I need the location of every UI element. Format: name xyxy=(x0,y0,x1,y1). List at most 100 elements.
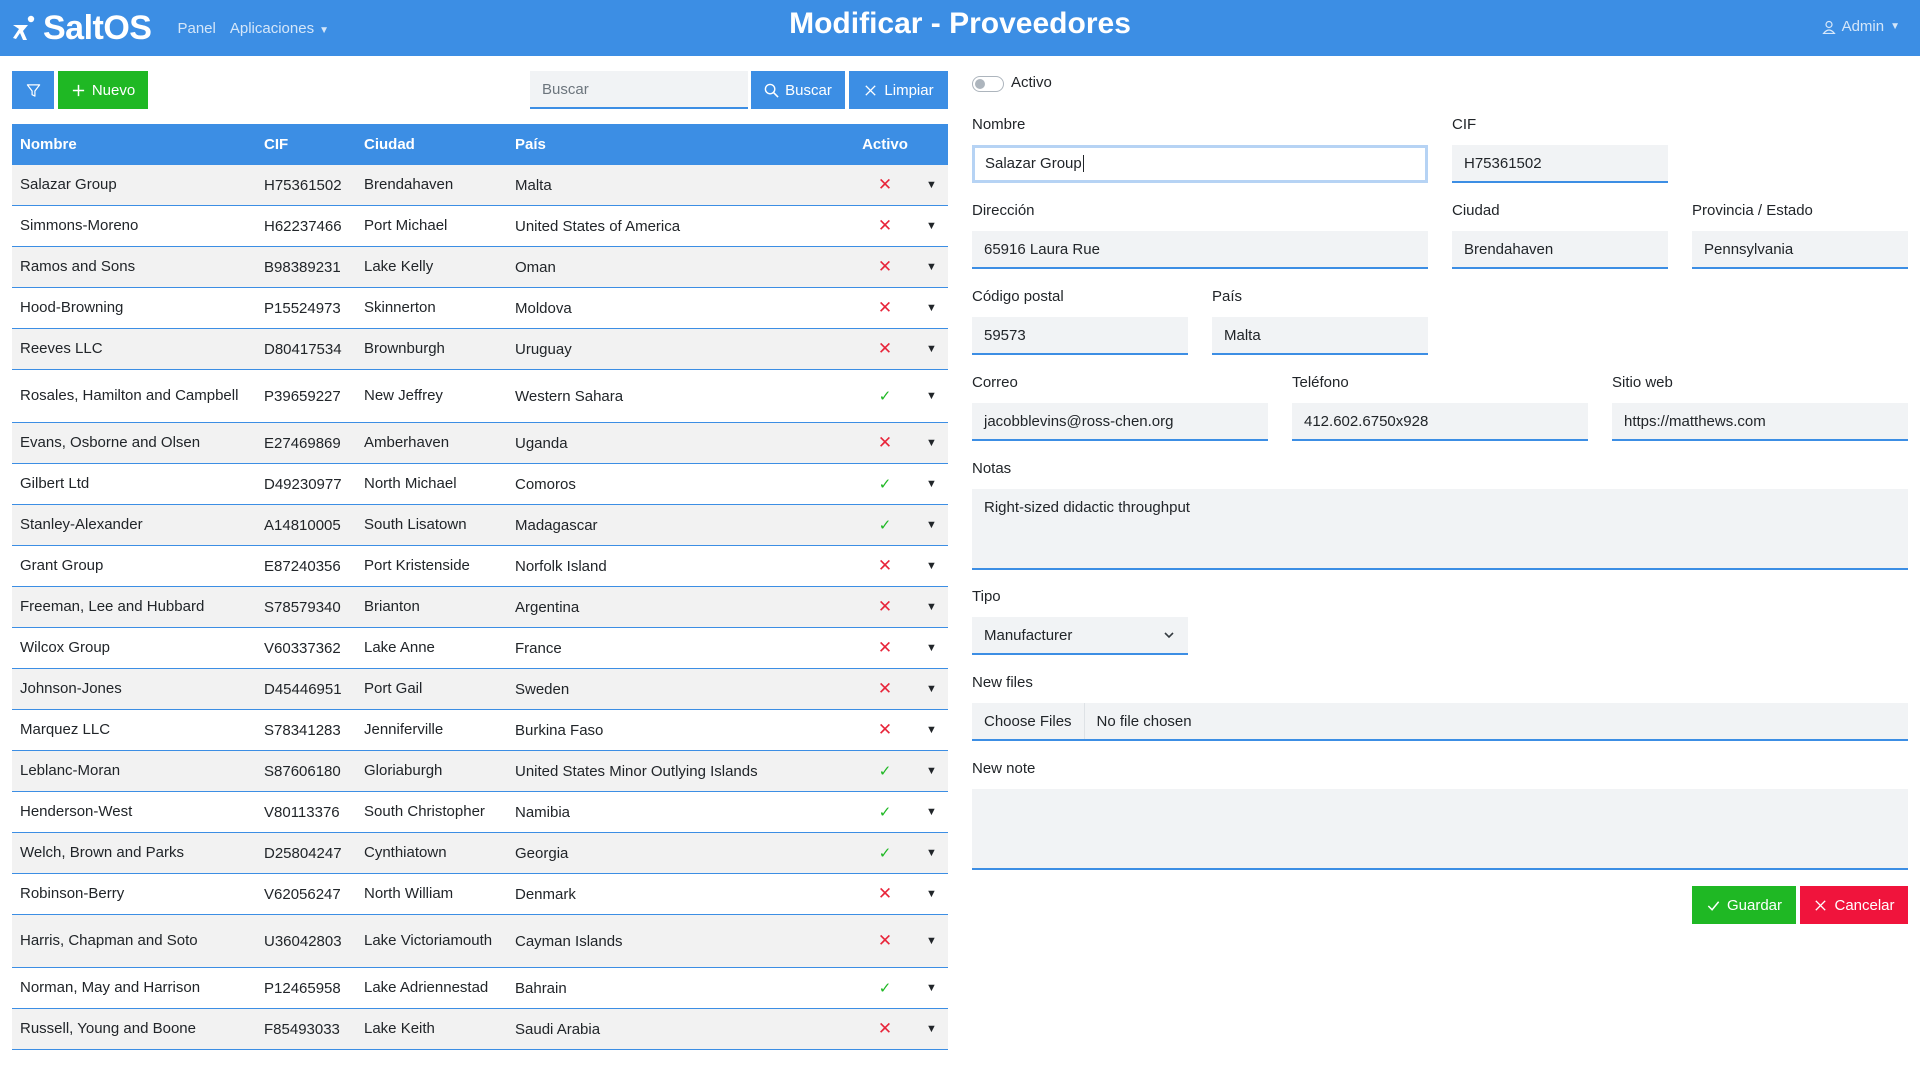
type-select[interactable]: Manufacturer xyxy=(972,617,1188,655)
note-textarea[interactable] xyxy=(972,789,1908,870)
search-button[interactable]: Buscar xyxy=(751,71,845,109)
type-label: Tipo xyxy=(972,588,1001,605)
address-field[interactable]: 65916 Laura Rue xyxy=(972,231,1428,269)
zip-field[interactable]: 59573 xyxy=(972,317,1188,355)
cell-cif: B98389231 xyxy=(264,258,341,276)
col-header-cif[interactable]: CIF xyxy=(260,136,364,153)
row-actions-dropdown[interactable]: ▼ xyxy=(915,847,948,859)
city-field[interactable]: Brendahaven xyxy=(1452,231,1668,269)
search-input[interactable] xyxy=(530,71,748,109)
row-actions-dropdown[interactable]: ▼ xyxy=(915,220,948,232)
email-field[interactable]: jacobblevins@ross-chen.org xyxy=(972,403,1268,441)
row-actions-dropdown[interactable]: ▼ xyxy=(915,179,948,191)
row-actions-dropdown[interactable]: ▼ xyxy=(915,982,948,994)
row-actions-dropdown[interactable]: ▼ xyxy=(915,765,948,777)
cell-active: ✓ xyxy=(855,845,915,862)
name-field[interactable]: Salazar Group xyxy=(972,145,1428,183)
filter-icon xyxy=(26,83,40,97)
file-status: No file chosen xyxy=(1096,712,1192,730)
row-actions-dropdown[interactable]: ▼ xyxy=(915,437,948,449)
table-row[interactable]: Ramos and Sons B98389231 Lake Kelly Oman ✕ ▼ xyxy=(12,247,948,288)
cell-active: ✕ xyxy=(855,434,915,452)
caret-down-icon: ▼ xyxy=(926,888,937,900)
table-row[interactable]: Welch, Brown and Parks D25804247 Cynthiato… xyxy=(12,833,948,874)
files-label: New files xyxy=(972,674,1033,691)
table-row[interactable]: Freeman, Lee and Hubbard S78579340 Brianto… xyxy=(12,587,948,628)
table-row[interactable]: Stanley-Alexander A14810005 South Lisatown… xyxy=(12,505,948,546)
cif-field[interactable]: H75361502 xyxy=(1452,145,1668,183)
table-row[interactable]: Norman, May and Harrison P12465958 Lake Ad… xyxy=(12,968,948,1009)
cell-country: Georgia xyxy=(515,844,569,862)
row-actions-dropdown[interactable]: ▼ xyxy=(915,1023,948,1035)
row-actions-dropdown[interactable]: ▼ xyxy=(915,935,948,947)
table-row[interactable]: Rosales, Hamilton and Campbell P39659227 N… xyxy=(12,370,948,423)
filter-button[interactable] xyxy=(12,71,54,109)
cross-icon: ✕ xyxy=(877,175,893,194)
address-value: 65916 Laura Rue xyxy=(984,240,1100,258)
province-field[interactable]: Pennsylvania xyxy=(1692,231,1908,269)
caret-down-icon: ▼ xyxy=(926,601,937,613)
cell-name: Hood-Browning xyxy=(20,299,124,316)
toggle-knob xyxy=(975,79,985,89)
web-label: Sitio web xyxy=(1612,374,1673,391)
table-row[interactable]: Grant Group E87240356 Port Kristenside Norf… xyxy=(12,546,948,587)
row-actions-dropdown[interactable]: ▼ xyxy=(915,302,948,314)
col-header-country[interactable]: País xyxy=(515,136,855,153)
row-actions-dropdown[interactable]: ▼ xyxy=(915,560,948,572)
table-row[interactable]: Russell, Young and Boone F85493033 Lake Ke… xyxy=(12,1009,948,1050)
top-navbar: SaltOS Panel Aplicaciones ▼ Modificar - P… xyxy=(0,0,1920,56)
table-row[interactable]: Reeves LLC D80417534 Brownburgh Uruguay ✕ ▼ xyxy=(12,329,948,370)
nav-panel[interactable]: Panel xyxy=(177,20,215,37)
cell-city: Amberhaven xyxy=(364,434,450,451)
active-label: Activo xyxy=(1011,74,1052,91)
table-row[interactable]: Harris, Chapman and Soto U36042803 Lake Vi… xyxy=(12,915,948,968)
new-button[interactable]: Nuevo xyxy=(58,71,148,109)
table-row[interactable]: Simmons-Moreno H62237466 Port Michael Unite… xyxy=(12,206,948,247)
row-actions-dropdown[interactable]: ▼ xyxy=(915,390,948,402)
cell-cif: S78341283 xyxy=(264,721,341,739)
row-actions-dropdown[interactable]: ▼ xyxy=(915,261,948,273)
cell-country: Denmark xyxy=(515,885,576,903)
row-actions-dropdown[interactable]: ▼ xyxy=(915,888,948,900)
cell-cif: P39659227 xyxy=(264,387,341,405)
user-menu[interactable]: Admin ▼ xyxy=(1821,18,1900,35)
row-actions-dropdown[interactable]: ▼ xyxy=(915,724,948,736)
table-row[interactable]: Marquez LLC S78341283 Jenniferville Burkina… xyxy=(12,710,948,751)
table-row[interactable]: Gilbert Ltd D49230977 North Michael Comoros… xyxy=(12,464,948,505)
choose-files-button[interactable]: Choose Files xyxy=(984,703,1085,739)
table-row[interactable]: Wilcox Group V60337362 Lake Anne France ✕ ▼ xyxy=(12,628,948,669)
table-row[interactable]: Leblanc-Moran S87606180 Gloriaburgh United … xyxy=(12,751,948,792)
cross-icon: ✕ xyxy=(877,884,893,903)
row-actions-dropdown[interactable]: ▼ xyxy=(915,683,948,695)
active-toggle[interactable] xyxy=(972,76,1004,92)
row-actions-dropdown[interactable]: ▼ xyxy=(915,343,948,355)
row-actions-dropdown[interactable]: ▼ xyxy=(915,806,948,818)
cell-name: Stanley-Alexander xyxy=(20,516,143,533)
web-field[interactable]: https://matthews.com xyxy=(1612,403,1908,441)
file-input[interactable]: Choose Files No file chosen xyxy=(972,703,1908,741)
row-actions-dropdown[interactable]: ▼ xyxy=(915,642,948,654)
row-actions-dropdown[interactable]: ▼ xyxy=(915,478,948,490)
notes-textarea[interactable]: Right-sized didactic throughput xyxy=(972,489,1908,570)
country-field[interactable]: Malta xyxy=(1212,317,1428,355)
nav-apps-dropdown[interactable]: Aplicaciones ▼ xyxy=(230,20,329,37)
cancel-button[interactable]: Cancelar xyxy=(1800,886,1908,924)
cell-active: ✕ xyxy=(855,557,915,575)
cell-name: Rosales, Hamilton and Campbell xyxy=(20,387,239,404)
table-row[interactable]: Salazar Group H75361502 Brendahaven Malta ✕ ▼ xyxy=(12,165,948,206)
col-header-active[interactable]: Activo xyxy=(855,136,915,153)
row-actions-dropdown[interactable]: ▼ xyxy=(915,601,948,613)
col-header-name[interactable]: Nombre xyxy=(12,133,260,157)
save-button[interactable]: Guardar xyxy=(1692,886,1796,924)
col-header-city[interactable]: Ciudad xyxy=(364,133,515,157)
brand-logo[interactable]: SaltOS xyxy=(11,0,152,56)
caret-down-icon: ▼ xyxy=(926,847,937,859)
clear-button[interactable]: Limpiar xyxy=(849,71,948,109)
phone-field[interactable]: 412.602.6750x928 xyxy=(1292,403,1588,441)
table-row[interactable]: Robinson-Berry V62056247 North William Denm… xyxy=(12,874,948,915)
table-row[interactable]: Hood-Browning P15524973 Skinnerton Moldova ✕… xyxy=(12,288,948,329)
table-row[interactable]: Johnson-Jones D45446951 Port Gail Sweden ✕ ▼ xyxy=(12,669,948,710)
table-row[interactable]: Henderson-West V80113376 South Christopher… xyxy=(12,792,948,833)
row-actions-dropdown[interactable]: ▼ xyxy=(915,519,948,531)
table-row[interactable]: Evans, Osborne and Olsen E27469869 Amberha… xyxy=(12,423,948,464)
